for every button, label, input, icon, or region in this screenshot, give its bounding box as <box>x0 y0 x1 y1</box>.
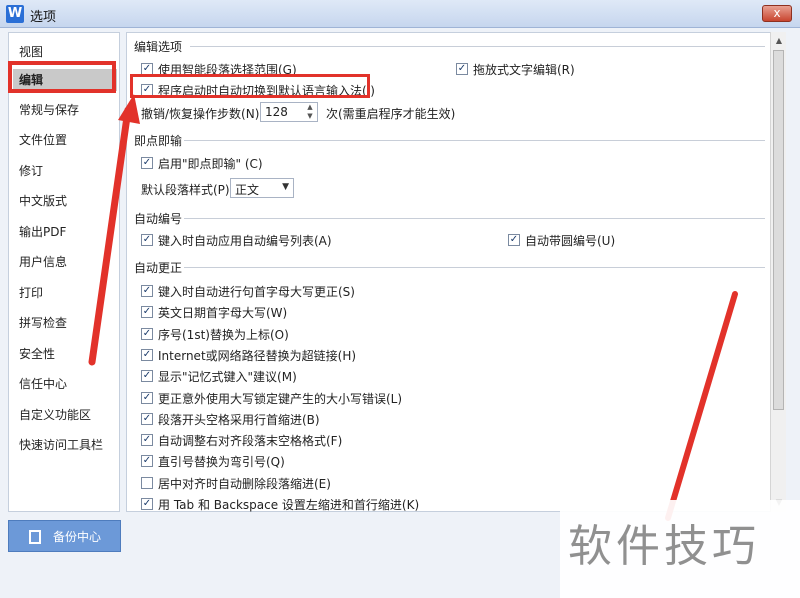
undo-steps-value[interactable]: 128 <box>265 105 288 119</box>
auto-correct-option-label: 序号(1st)替换为上标(O) <box>158 328 289 342</box>
title-bar: W 选项 x <box>0 0 800 28</box>
sidebar-item-export-pdf[interactable]: 输出PDF <box>19 223 66 243</box>
checkbox-checked[interactable]: ✓ <box>141 455 153 467</box>
auto-correct-option-label: 段落开头空格采用行首缩进(B) <box>158 413 320 427</box>
sidebar-item-customize-ribbon[interactable]: 自定义功能区 <box>19 406 91 426</box>
checkbox-checked[interactable]: ✓ <box>141 234 153 246</box>
wps-logo-icon: W <box>6 5 24 23</box>
chevron-down-icon: ▼ <box>282 182 289 192</box>
checkbox-checked[interactable]: ✓ <box>141 370 153 382</box>
checkbox-checked[interactable]: ✓ <box>141 434 153 446</box>
auto-correct-option-label: Internet或网络路径替换为超链接(H) <box>158 349 357 363</box>
auto-correct-option-label: 用 Tab 和 Backspace 设置左缩进和首行缩进(K) <box>158 498 420 512</box>
scroll-thumb[interactable] <box>773 50 784 410</box>
auto-correct-option-label: 更正意外使用大写锁定键产生的大小写错误(L) <box>158 392 403 406</box>
checkbox-checked[interactable]: ✓ <box>141 306 153 318</box>
sidebar-item-view[interactable]: 视图 <box>19 43 43 63</box>
sidebar-item-trust-center[interactable]: 信任中心 <box>19 375 67 395</box>
auto-correct-option-label: 居中对齐时自动删除段落缩进(E) <box>158 477 331 491</box>
checkbox-checked[interactable]: ✓ <box>141 285 153 297</box>
sidebar-item-chinese-layout[interactable]: 中文版式 <box>19 192 67 212</box>
default-style-label: 默认段落样式(P): <box>141 183 234 197</box>
section-auto-correct: 自动更正 <box>134 261 183 275</box>
checkbox-unchecked[interactable] <box>141 477 153 489</box>
checkbox-checked[interactable]: ✓ <box>508 234 520 246</box>
sidebar-item-spellcheck[interactable]: 拼写检查 <box>19 314 67 334</box>
section-divider <box>184 267 765 268</box>
auto-correct-option-label: 自动调整右对齐段落末空格格式(F) <box>158 434 343 448</box>
sidebar-item-revision[interactable]: 修订 <box>19 162 43 182</box>
sidebar: 视图 编辑 常规与保存 文件位置 修订 中文版式 输出PDF 用户信息 打印 拼… <box>8 32 120 512</box>
section-click-type: 即点即输 <box>134 134 183 148</box>
scroll-up-icon[interactable]: ▲ <box>774 36 784 46</box>
default-style-select[interactable]: 正文 ▼ <box>230 178 294 198</box>
auto-correct-option-label: 显示"记忆式键入"建议(M) <box>158 370 297 384</box>
checkbox-checked[interactable]: ✓ <box>141 349 153 361</box>
section-divider <box>190 46 765 47</box>
section-auto-number: 自动编号 <box>134 212 183 226</box>
section-divider <box>184 140 765 141</box>
checkbox-checked[interactable]: ✓ <box>456 63 468 75</box>
auto-correct-option-label: 键入时自动进行句首字母大写更正(S) <box>158 285 355 299</box>
checkbox-checked[interactable]: ✓ <box>141 498 153 510</box>
checkbox-checked[interactable]: ✓ <box>141 392 153 404</box>
undo-steps-label: 撤销/恢复操作步数(N): <box>141 107 264 121</box>
section-edit-options: 编辑选项 <box>134 40 183 54</box>
backup-center-button[interactable]: 备份中心 <box>8 520 121 552</box>
sidebar-item-print[interactable]: 打印 <box>19 284 43 304</box>
highlight-box <box>130 74 370 98</box>
spinner-arrows-icon[interactable]: ▲ ▼ <box>305 103 315 121</box>
checkbox-checked[interactable]: ✓ <box>141 157 153 169</box>
sidebar-item-file-location[interactable]: 文件位置 <box>19 131 67 151</box>
sidebar-item-quick-access[interactable]: 快速访问工具栏 <box>19 436 103 456</box>
backup-icon <box>29 530 41 544</box>
checkbox-checked[interactable]: ✓ <box>141 328 153 340</box>
checkbox-checked[interactable]: ✓ <box>141 413 153 425</box>
auto-correct-option-label: 英文日期首字母大写(W) <box>158 306 288 320</box>
close-button[interactable]: x <box>762 5 792 22</box>
sidebar-item-user-info[interactable]: 用户信息 <box>19 253 67 273</box>
sidebar-item-security[interactable]: 安全性 <box>19 345 55 365</box>
section-divider <box>184 218 765 219</box>
sidebar-highlight-box <box>8 61 116 93</box>
window-title: 选项 <box>30 10 57 25</box>
auto-correct-option-label: 直引号替换为弯引号(Q) <box>158 455 285 469</box>
watermark: 软件技巧 <box>560 500 800 598</box>
undo-steps-suffix: 次(需重启程序才能生效) <box>326 107 456 121</box>
options-scrollbar[interactable]: ▲ ▼ <box>770 32 786 512</box>
sidebar-item-general-save[interactable]: 常规与保存 <box>19 101 79 121</box>
backup-center-label: 备份中心 <box>53 530 102 544</box>
undo-steps-stepper[interactable]: 128 ▲ ▼ <box>260 102 318 122</box>
